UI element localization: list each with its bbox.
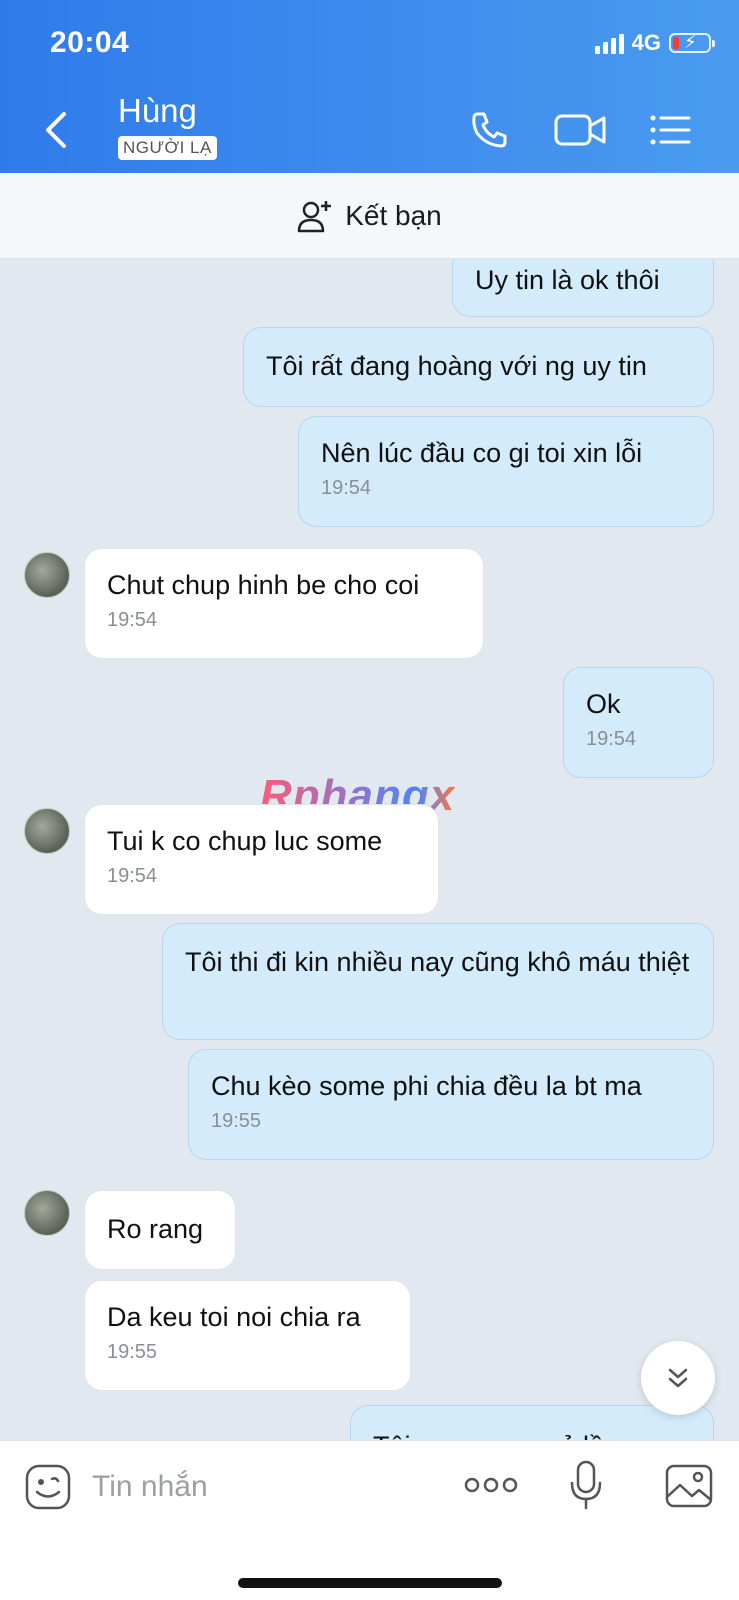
message-input[interactable]	[92, 1465, 422, 1509]
message-bubble-sent[interactable]: Nên lúc đầu co gi toi xin lỗi 19:54	[298, 416, 714, 527]
message-time: 19:54	[107, 865, 158, 887]
stranger-badge: NGƯỜI LẠ	[118, 136, 217, 160]
back-icon[interactable]	[40, 108, 76, 152]
message-text: Ro rang	[107, 1214, 204, 1244]
message-text: Ok	[586, 689, 621, 719]
message-bubble-sent[interactable]: Uy tin là ok thôi	[452, 259, 714, 317]
message-time: 19:54	[321, 477, 372, 499]
status-indicators: 4G ⚡	[594, 30, 715, 56]
message-bubble-sent[interactable]: Tôi thi đi kin nhiều nay cũng khô máu th…	[162, 923, 714, 1040]
add-friend-icon	[297, 200, 332, 232]
message-time: 19:55	[107, 1341, 158, 1363]
message-text: Tôi ... ... ... ... ...ẻ lầ...	[373, 1428, 691, 1440]
message-bubble-sent[interactable]: Tôi rất đang hoàng với ng uy tin	[243, 327, 714, 407]
sticker-icon[interactable]	[24, 1463, 72, 1511]
avatar[interactable]	[24, 808, 70, 854]
scroll-to-bottom-button[interactable]	[641, 1341, 715, 1415]
phone-call-icon[interactable]	[466, 108, 514, 152]
message-bubble-sent[interactable]: Ok 19:54	[563, 667, 714, 778]
menu-list-icon[interactable]	[647, 108, 695, 152]
more-options-icon[interactable]	[464, 1475, 518, 1495]
message-text: Da keu toi noi chia ra	[107, 1302, 361, 1332]
message-text: Nên lúc đầu co gi toi xin lỗi	[321, 438, 643, 468]
image-gallery-icon[interactable]	[664, 1463, 714, 1509]
status-time: 20:04	[50, 26, 130, 59]
network-type: 4G	[631, 30, 661, 55]
message-bubble-received[interactable]: Ro rang	[84, 1190, 236, 1270]
video-call-icon[interactable]	[553, 108, 609, 152]
message-text: Uy tin là ok thôi	[475, 265, 660, 295]
message-text: Chut chup hinh be cho coi	[107, 570, 420, 600]
signal-icon	[594, 32, 624, 54]
message-bubble-received[interactable]: Da keu toi noi chia ra 19:55	[84, 1280, 411, 1391]
message-time: 19:55	[211, 1110, 262, 1132]
avatar[interactable]	[24, 552, 70, 598]
avatar[interactable]	[24, 1190, 70, 1236]
message-bubble-received[interactable]: Tui k co chup luc some 19:54	[84, 804, 439, 915]
battery-icon: ⚡	[669, 32, 715, 53]
add-friend-label: Kết bạn	[345, 199, 442, 231]
message-text: Chu kèo some phi chia đều la bt ma	[211, 1071, 642, 1101]
home-indicator	[238, 1578, 502, 1588]
message-text: Tui k co chup luc some	[107, 826, 383, 856]
message-text: Tôi thi đi kin nhiều nay cũng khô máu th…	[185, 947, 690, 977]
message-list[interactable]: Uy tin là ok thôi Tôi rất đang hoàng với…	[0, 259, 739, 1440]
add-friend-button[interactable]: Kết bạn	[0, 173, 739, 259]
composer-bar	[0, 1440, 739, 1600]
microphone-icon[interactable]	[568, 1459, 604, 1511]
contact-name[interactable]: Hùng	[118, 92, 197, 130]
double-chevron-down-icon	[668, 1368, 688, 1388]
message-text: Tôi rất đang hoàng với ng uy tin	[266, 351, 647, 381]
chat-header: 20:04 4G ⚡ Hùng NGƯỜI LẠ	[0, 0, 739, 173]
message-time: 19:54	[107, 609, 158, 631]
message-bubble-sent[interactable]: Chu kèo some phi chia đều la bt ma 19:55	[188, 1049, 714, 1160]
message-bubble-received[interactable]: Chut chup hinh be cho coi 19:54	[84, 548, 484, 659]
message-time: 19:54	[586, 728, 637, 750]
